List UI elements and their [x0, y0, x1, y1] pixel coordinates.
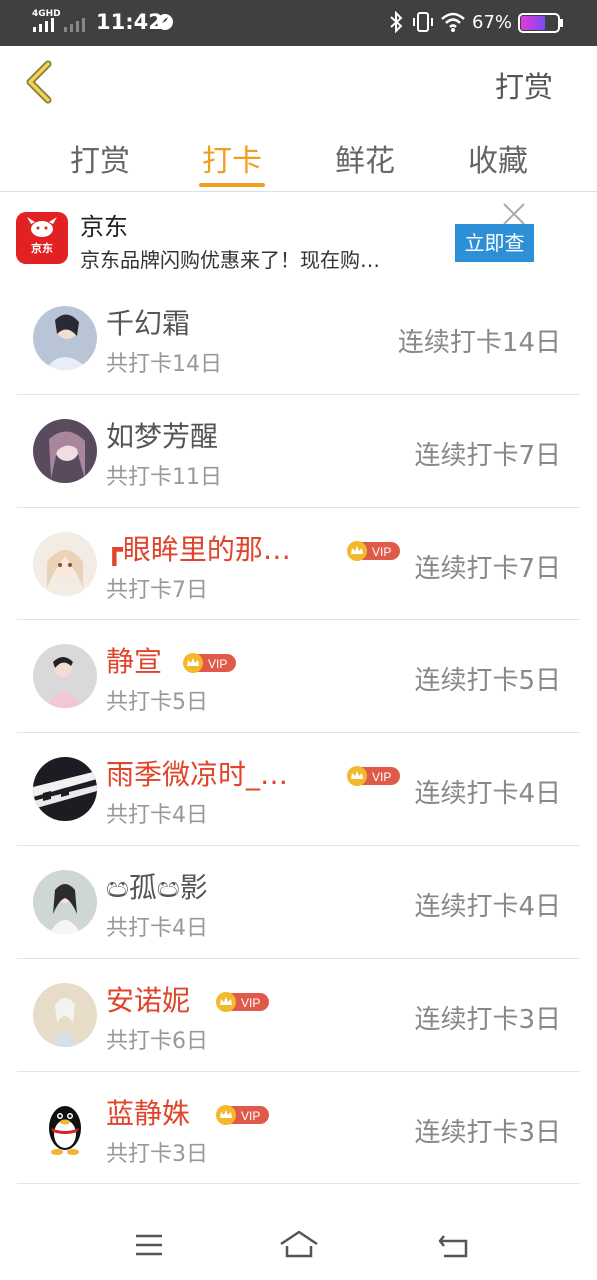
jd-logo-text: 京东: [31, 242, 53, 255]
vip-badge: VIP: [183, 653, 236, 674]
total-checkins: 共打卡5日: [106, 690, 208, 716]
jd-dog-icon: [27, 217, 57, 237]
vip-badge: VIP: [216, 1104, 269, 1125]
app-notification-icon: [157, 14, 173, 30]
tab-flowers[interactable]: 鲜花: [305, 136, 425, 180]
streak-days: 连续打卡14日: [397, 328, 561, 358]
list-item[interactable]: 蓝静姝 VIP 共打卡3日 连续打卡3日: [17, 1072, 580, 1185]
list-item[interactable]: 安诺妮 VIP 共打卡6日 连续打卡3日: [17, 959, 580, 1072]
avatar: [33, 757, 97, 822]
status-bar: 4GHD 11:42 67%: [0, 0, 597, 46]
total-checkins: 共打卡11日: [106, 464, 222, 490]
jd-logo: 京东: [16, 212, 68, 264]
vip-badge: VIP: [347, 766, 400, 787]
qq-penguin-avatar: [33, 1095, 97, 1160]
list-item[interactable]: ┏眼眸里的那… VIP 共打卡7日 连续打卡7日: [17, 508, 580, 621]
total-checkins: 共打卡7日: [106, 577, 208, 603]
streak-days: 连续打卡4日: [414, 891, 561, 922]
vip-label: VIP: [241, 996, 260, 1010]
avatar: [33, 982, 97, 1047]
tab-favorites[interactable]: 收藏: [438, 136, 558, 180]
avatar: [33, 869, 97, 934]
battery-icon: [518, 13, 563, 33]
user-name: 千幻霜: [106, 307, 191, 340]
streak-days: 连续打卡3日: [414, 1117, 561, 1148]
signal-secondary-icon: [64, 18, 85, 32]
back-arrow-icon[interactable]: [22, 60, 56, 104]
vip-badge: VIP: [216, 991, 269, 1012]
streak-days: 连续打卡4日: [414, 779, 561, 810]
user-name: 蓝静姝: [106, 1096, 191, 1130]
user-name: 雨季微凉时_…: [106, 758, 289, 792]
ad-description: 京东品牌闪购优惠来了！现在购…: [80, 248, 380, 272]
tab-reward[interactable]: 打赏: [40, 136, 160, 180]
back-icon[interactable]: [438, 1232, 470, 1260]
user-name: 安诺妮: [106, 983, 191, 1017]
ad-banner[interactable]: 京东 京东 京东品牌闪购优惠来了！现在购… 立即查: [0, 196, 597, 286]
list-item[interactable]: 如梦芳醒 共打卡11日 连续打卡7日: [17, 395, 580, 508]
vibrate-icon: [413, 12, 433, 32]
avatar: [33, 418, 97, 483]
list-item[interactable]: 静宣 VIP 共打卡5日 连续打卡5日: [17, 620, 580, 734]
signal-icon: [33, 18, 54, 32]
active-tab-indicator: [199, 183, 265, 187]
total-checkins: 共打卡6日: [106, 1028, 208, 1054]
bluetooth-icon: [390, 11, 403, 33]
streak-days: 连续打卡3日: [414, 1004, 561, 1035]
clock: 11:42: [96, 10, 163, 34]
list-item[interactable]: ඏ孤ඏ影 共打卡4日 连续打卡4日: [17, 846, 580, 959]
vip-label: VIP: [208, 657, 227, 671]
user-name: ඏ孤ඏ影: [106, 870, 208, 904]
total-checkins: 共打卡4日: [106, 915, 208, 941]
user-name: 如梦芳醒: [106, 419, 219, 453]
vip-label: VIP: [372, 770, 391, 784]
avatar: [33, 306, 97, 370]
top-bar: 打赏: [0, 46, 597, 120]
streak-days: 连续打卡7日: [414, 553, 561, 584]
battery-percent: 67%: [472, 12, 513, 33]
total-checkins: 共打卡3日: [106, 1141, 208, 1167]
total-checkins: 共打卡4日: [106, 803, 208, 829]
list-item[interactable]: 千幻霜 共打卡14日 连续打卡14日: [17, 282, 580, 395]
list-item[interactable]: 雨季微凉时_… VIP 共打卡4日 连续打卡4日: [17, 733, 580, 846]
user-name: 静宣: [106, 645, 163, 679]
tab-bar: 打赏 打卡 鲜花 收藏: [0, 128, 597, 192]
menu-icon[interactable]: [134, 1232, 164, 1258]
user-name: ┏眼眸里的那…: [106, 532, 291, 566]
home-icon[interactable]: [278, 1228, 320, 1260]
checkin-list: 千幻霜 共打卡14日 连续打卡14日 如梦芳醒 共打卡11日 连续打卡7日 ┏眼…: [17, 282, 580, 1185]
avatar: [33, 531, 97, 596]
streak-days: 连续打卡5日: [414, 666, 561, 697]
ad-title: 京东: [80, 213, 128, 241]
reward-button[interactable]: 打赏: [495, 64, 553, 106]
avatar: [33, 644, 97, 709]
total-checkins: 共打卡14日: [106, 352, 222, 377]
tab-checkin[interactable]: 打卡: [172, 136, 292, 180]
vip-label: VIP: [372, 545, 391, 559]
wifi-icon: [441, 12, 465, 32]
vip-badge: VIP: [347, 540, 400, 561]
ad-cta-button[interactable]: 立即查: [455, 224, 534, 262]
vip-label: VIP: [241, 1109, 260, 1123]
system-nav-bar: [0, 1210, 597, 1280]
streak-days: 连续打卡7日: [414, 440, 561, 471]
